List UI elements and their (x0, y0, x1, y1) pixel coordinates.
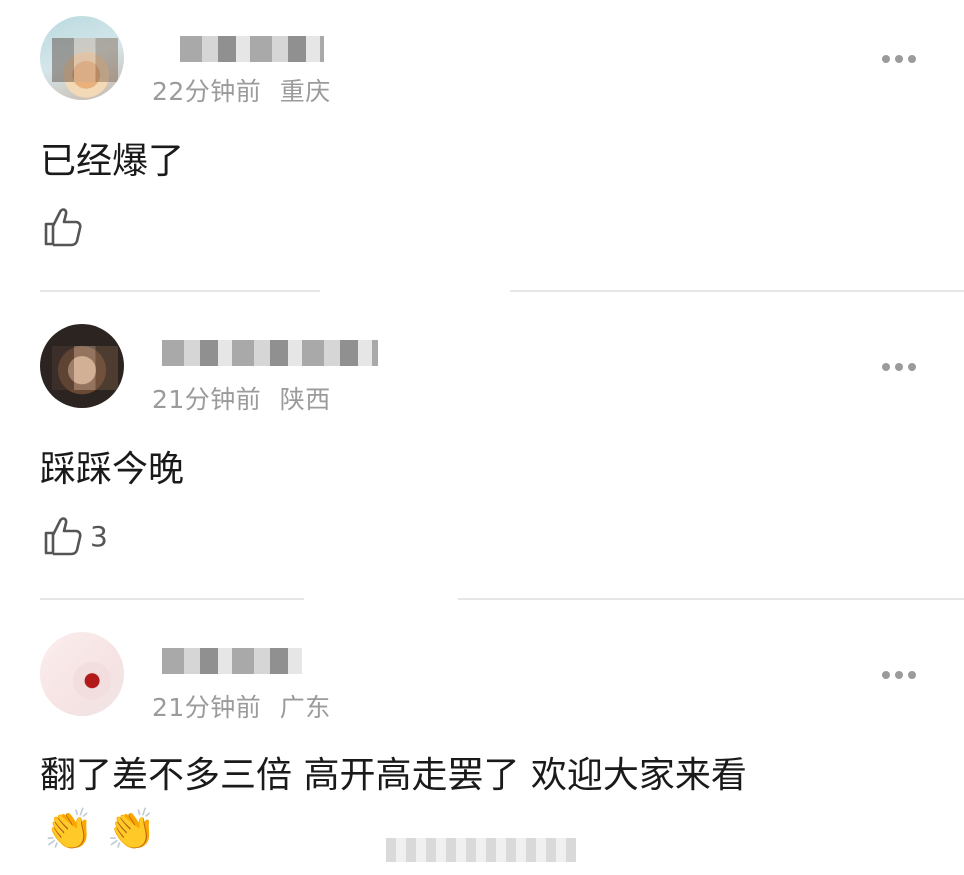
username-redacted[interactable] (162, 340, 378, 366)
username-redacted[interactable] (162, 648, 302, 674)
comment-text: 已经爆了 (40, 141, 185, 182)
comment-location: 广东 (279, 693, 331, 722)
avatar-mosaic (52, 38, 118, 82)
divider (458, 598, 964, 600)
comment-location: 重庆 (279, 77, 331, 106)
username-redacted[interactable] (180, 36, 324, 62)
comment-time: 21分钟前 (152, 693, 262, 722)
comment-time: 21分钟前 (152, 385, 262, 414)
like-count: 3 (90, 519, 108, 553)
comment-text: 翻了差不多三倍 高开高走罢了 欢迎大家来看 (40, 755, 747, 796)
comment-meta: 21分钟前 广东 (152, 688, 331, 724)
clapping-hands-icon: 👏 👏 (44, 807, 157, 853)
comment-meta: 22分钟前 重庆 (152, 72, 331, 108)
more-dots-icon[interactable] (882, 55, 916, 63)
comment-time: 22分钟前 (152, 77, 262, 106)
comment-meta: 21分钟前 陕西 (152, 380, 331, 416)
more-dots-icon[interactable] (882, 671, 916, 679)
divider (40, 598, 304, 600)
thumbs-up-icon (44, 208, 82, 247)
more-dots-icon[interactable] (882, 363, 916, 371)
avatar-mosaic (52, 346, 118, 390)
comment-text: 踩踩今晚 (40, 449, 185, 490)
divider (40, 290, 320, 292)
like-button[interactable]: 3 (42, 515, 108, 557)
avatar[interactable] (40, 324, 124, 408)
avatar[interactable] (40, 16, 124, 100)
comment-location: 陕西 (279, 385, 331, 414)
like-button[interactable] (42, 206, 90, 248)
avatar[interactable] (40, 632, 124, 716)
watermark (386, 838, 576, 862)
divider (510, 290, 964, 292)
thumbs-up-icon (44, 517, 82, 556)
